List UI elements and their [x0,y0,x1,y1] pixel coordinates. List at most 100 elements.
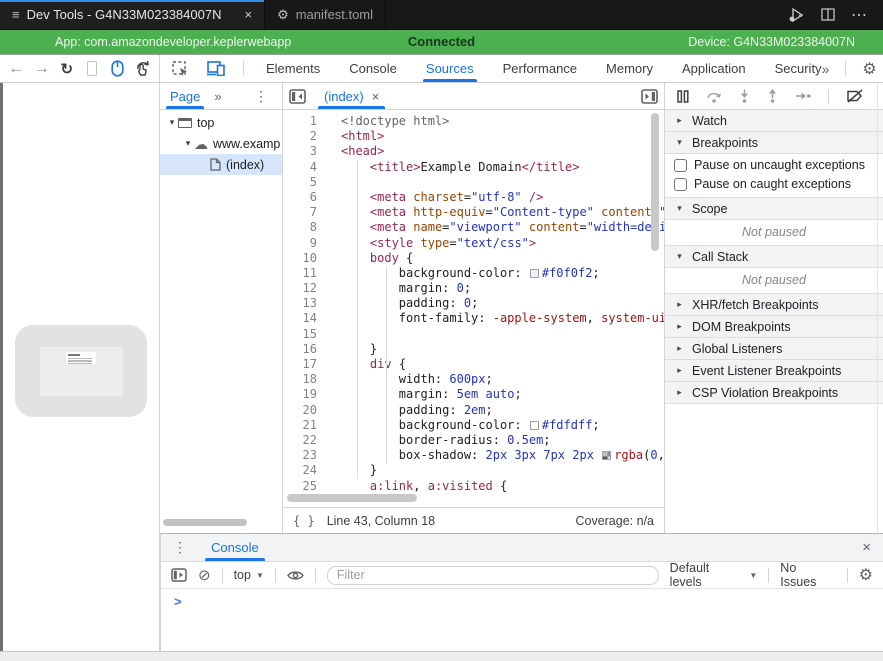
issues-counter[interactable]: No Issues [780,561,835,589]
chevron-expanded-icon[interactable]: ▾ [182,138,194,149]
section-header-call-stack[interactable]: ▾Call Stack [665,246,883,268]
color-swatch[interactable] [530,421,539,430]
line-number[interactable]: 13 [283,296,317,311]
devtools-tab-console[interactable]: Console [349,55,397,82]
line-number[interactable]: 24 [283,463,317,478]
tab-page[interactable]: Page [170,83,200,109]
line-number[interactable]: 2 [283,129,317,144]
section-header-breakpoints[interactable]: ▾Breakpoints [665,132,883,154]
devtools-tab-security[interactable]: Security [775,55,822,82]
line-number[interactable]: 23 [283,448,317,463]
line-number[interactable]: 22 [283,433,317,448]
chevron-expanded-icon[interactable]: ▾ [166,117,178,128]
code-viewport[interactable]: 1<!doctype html>2<html>3<head>4 <title>E… [283,110,664,507]
console-prompt-chevron[interactable]: > [174,594,182,609]
vertical-scrollbar[interactable] [651,113,659,251]
split-editor-icon[interactable] [821,8,835,21]
more-actions-icon[interactable]: ⋯ [851,5,867,25]
line-number[interactable]: 6 [283,190,317,205]
devtools-tab-sources[interactable]: Sources [426,55,474,82]
checkbox-unchecked[interactable] [674,178,687,191]
section-header-scope[interactable]: ▾Scope [665,198,883,220]
line-number[interactable]: 12 [283,281,317,296]
line-number[interactable]: 10 [283,251,317,266]
line-number[interactable]: 16 [283,342,317,357]
tab-console[interactable]: Console [211,534,259,561]
console-settings-gear-icon[interactable]: ⚙ [859,565,873,585]
checkbox-unchecked[interactable] [674,159,687,172]
horizontal-scrollbar[interactable] [163,519,247,526]
tab-manifest-toml[interactable]: ⚙ manifest.toml [265,0,386,29]
console-filter-input[interactable] [327,566,659,585]
tree-item-www-examp[interactable]: ▾☁www.examp [160,133,282,154]
section-header-csp-violation-breakpoints[interactable]: ▸CSP Violation Breakpoints [665,382,883,404]
inspect-element-button[interactable] [172,61,189,77]
device-preview-thumbnail[interactable] [15,325,147,417]
step-over-button[interactable] [706,90,722,103]
pause-script-button[interactable] [677,90,689,103]
section-header-dom-breakpoints[interactable]: ▸DOM Breakpoints [665,316,883,338]
step-into-button[interactable] [739,89,750,103]
pretty-print-icon[interactable]: { } [293,514,315,528]
line-number[interactable]: 4 [283,160,317,175]
forward-button[interactable]: → [33,59,51,79]
devtools-tab-performance[interactable]: Performance [503,55,577,82]
hide-navigator-button[interactable] [289,89,306,104]
device-frame-button[interactable] [83,59,101,79]
hide-debugger-button[interactable] [641,89,658,104]
mouse-input-button[interactable] [108,59,126,79]
tree-item-index[interactable]: (index) [160,154,282,175]
color-swatch[interactable] [602,451,611,460]
touch-input-button[interactable] [134,59,152,79]
line-number[interactable]: 3 [283,144,317,159]
line-number[interactable]: 20 [283,403,317,418]
line-number[interactable]: 5 [283,175,317,190]
device-toolbar-button[interactable] [207,61,225,76]
section-header-global-listeners[interactable]: ▸Global Listeners [665,338,883,360]
color-swatch[interactable] [530,269,539,278]
line-number[interactable]: 25 [283,479,317,494]
reload-button[interactable]: ↻ [58,59,76,79]
kebab-menu-icon[interactable]: ⋮ [173,539,187,556]
run-or-debug-icon[interactable]: ⌄ [788,7,805,23]
more-tabs-button[interactable]: » [822,61,830,77]
devtools-tab-elements[interactable]: Elements [266,55,320,82]
editor-tab-index[interactable]: (index) × [324,83,379,109]
kebab-menu-icon[interactable]: ⋮ [254,88,268,105]
close-icon[interactable]: × [372,89,380,104]
back-button[interactable]: ← [7,59,25,79]
settings-gear-icon[interactable]: ⚙ [862,59,876,79]
horizontal-scrollbar[interactable] [287,494,417,502]
line-number[interactable]: 11 [283,266,317,281]
devtools-tab-application[interactable]: Application [682,55,746,82]
line-number[interactable]: 15 [283,327,317,342]
console-messages[interactable]: > [161,589,883,651]
live-expression-eye-icon[interactable] [287,570,304,581]
section-header-event-listener-breakpoints[interactable]: ▸Event Listener Breakpoints [665,360,883,382]
line-number[interactable]: 9 [283,236,317,251]
pause-option-pause-on-caught-exceptions[interactable]: Pause on caught exceptions [665,173,883,192]
section-header-xhr-fetch-breakpoints[interactable]: ▸XHR/fetch Breakpoints [665,294,883,316]
section-header-watch[interactable]: ▸Watch [665,110,883,132]
deactivate-breakpoints-button[interactable] [846,89,864,103]
line-number[interactable]: 8 [283,220,317,235]
pause-option-pause-on-uncaught-exceptions[interactable]: Pause on uncaught exceptions [665,154,883,173]
line-number[interactable]: 21 [283,418,317,433]
log-levels-selector[interactable]: Default levels ▼ [670,561,758,589]
step-out-button[interactable] [767,89,778,103]
console-sidebar-toggle[interactable] [171,568,187,582]
close-icon[interactable]: × [244,7,252,22]
tree-item-top[interactable]: ▾top [160,112,282,133]
line-number[interactable]: 7 [283,205,317,220]
context-selector[interactable]: top ▼ [234,568,264,582]
close-drawer-icon[interactable]: × [862,539,871,556]
more-tabs-button[interactable]: » [214,89,221,104]
line-number[interactable]: 17 [283,357,317,372]
line-number[interactable]: 18 [283,372,317,387]
line-number[interactable]: 1 [283,114,317,129]
line-number[interactable]: 14 [283,311,317,326]
devtools-tab-memory[interactable]: Memory [606,55,653,82]
step-button[interactable] [795,91,811,101]
tab-dev-tools[interactable]: ≡ Dev Tools - G4N33M023384007N × [0,0,265,29]
clear-console-icon[interactable]: ⊘ [198,566,211,584]
